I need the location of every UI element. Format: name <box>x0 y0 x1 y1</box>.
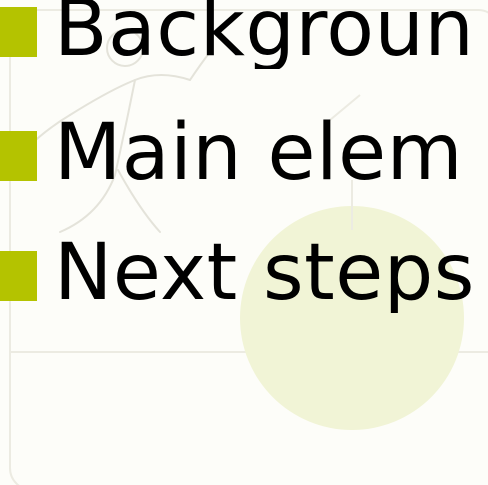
bullet-label: Next steps <box>54 233 475 313</box>
square-bullet-icon <box>0 251 37 301</box>
square-bullet-icon <box>0 7 37 57</box>
bullet-item-main-elements: Main elem <box>0 113 488 193</box>
bullet-label: Backgroun <box>54 0 475 69</box>
bullet-item-background: Backgroun <box>0 0 488 69</box>
bullet-item-next-steps: Next steps <box>0 233 488 313</box>
bullet-label: Main elem <box>54 113 464 193</box>
square-bullet-icon <box>0 131 37 181</box>
slide: Backgroun Main elem Next steps <box>0 0 488 485</box>
